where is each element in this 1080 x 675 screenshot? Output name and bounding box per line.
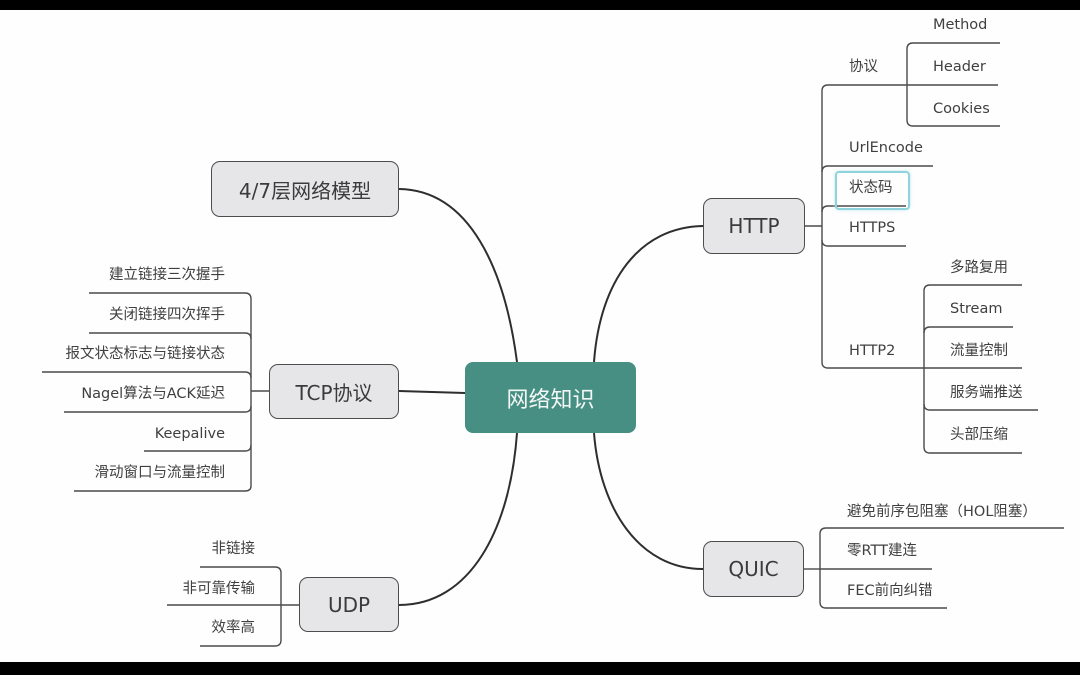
subtopic-tcp-item[interactable]: 滑动窗口与流量控制 xyxy=(95,464,226,482)
connector-lines xyxy=(42,42,1064,647)
link-root-quic xyxy=(593,432,704,570)
root-label: 网络知识 xyxy=(506,387,595,413)
topic-label: TCP协议 xyxy=(295,381,373,405)
link-http-https xyxy=(821,239,906,247)
topic-http[interactable]: HTTP xyxy=(703,198,805,254)
subtopic-protocol-item[interactable]: Cookies xyxy=(933,100,990,118)
topic-quic[interactable]: QUIC xyxy=(703,541,804,597)
root-node[interactable]: 网络知识 xyxy=(465,362,636,433)
subtopic-http2-item[interactable]: 多路复用 xyxy=(950,259,1008,277)
link-tcp-5 xyxy=(144,444,252,452)
link-http2-stream xyxy=(923,326,1013,334)
subtopic-http2-item[interactable]: 头部压缩 xyxy=(950,426,1008,444)
subtopic-tcp-item[interactable]: Nagel算法与ACK延迟 xyxy=(81,385,225,403)
subtopic-http-protocol[interactable]: 协议 xyxy=(849,58,878,76)
topic-label: UDP xyxy=(327,592,371,617)
subtopic-http-status[interactable]: 状态码 xyxy=(849,179,893,197)
subtopic-protocol-item[interactable]: Method xyxy=(933,16,987,34)
subtopic-http-http2[interactable]: HTTP2 xyxy=(849,342,895,360)
topic-network-model[interactable]: 4/7层网络模型 xyxy=(211,161,399,217)
topic-tcp[interactable]: TCP协议 xyxy=(269,364,399,419)
subtopic-udp-item[interactable]: 非链接 xyxy=(212,540,256,558)
subtopic-http-urlencode[interactable]: UrlEncode xyxy=(849,139,923,157)
subtopic-tcp-item[interactable]: 报文状态标志与链接状态 xyxy=(66,345,226,363)
topic-udp[interactable]: UDP xyxy=(299,577,399,632)
link-root-model xyxy=(398,188,518,363)
link-root-udp xyxy=(398,432,518,606)
subtopic-http2-item[interactable]: 流量控制 xyxy=(950,342,1008,360)
link-root-http xyxy=(593,225,704,363)
link-tcp-2 xyxy=(89,332,252,340)
subtopic-tcp-item[interactable]: Keepalive xyxy=(155,425,225,443)
subtopic-udp-item[interactable]: 效率高 xyxy=(212,619,256,637)
link-http2-push xyxy=(923,403,1038,411)
topic-label: 4/7层网络模型 xyxy=(238,178,372,203)
subtopic-http-https[interactable]: HTTPS xyxy=(849,219,895,237)
subtopic-tcp-item[interactable]: 关闭链接四次挥手 xyxy=(109,306,225,324)
subtopic-quic-item[interactable]: FEC前向纠错 xyxy=(847,582,933,600)
topic-label: HTTP xyxy=(728,214,780,238)
subtopic-http2-item[interactable]: 服务端推送 xyxy=(950,384,1023,402)
subtopic-quic-item[interactable]: 零RTT建连 xyxy=(847,542,917,560)
topic-label: QUIC xyxy=(728,557,779,581)
link-tcp-3 xyxy=(42,371,252,379)
subtopic-http2-item[interactable]: Stream xyxy=(950,300,1002,318)
link-root-tcp xyxy=(398,390,466,394)
link-tcp-4 xyxy=(64,405,252,413)
subtopic-tcp-item[interactable]: 建立链接三次握手 xyxy=(109,266,225,284)
subtopic-quic-item[interactable]: 避免前序包阻塞（HOL阻塞） xyxy=(847,503,1037,521)
subtopic-protocol-item[interactable]: Header xyxy=(933,58,986,76)
letterbox-bottom xyxy=(0,662,1080,675)
subtopic-udp-item[interactable]: 非可靠传输 xyxy=(183,580,256,598)
